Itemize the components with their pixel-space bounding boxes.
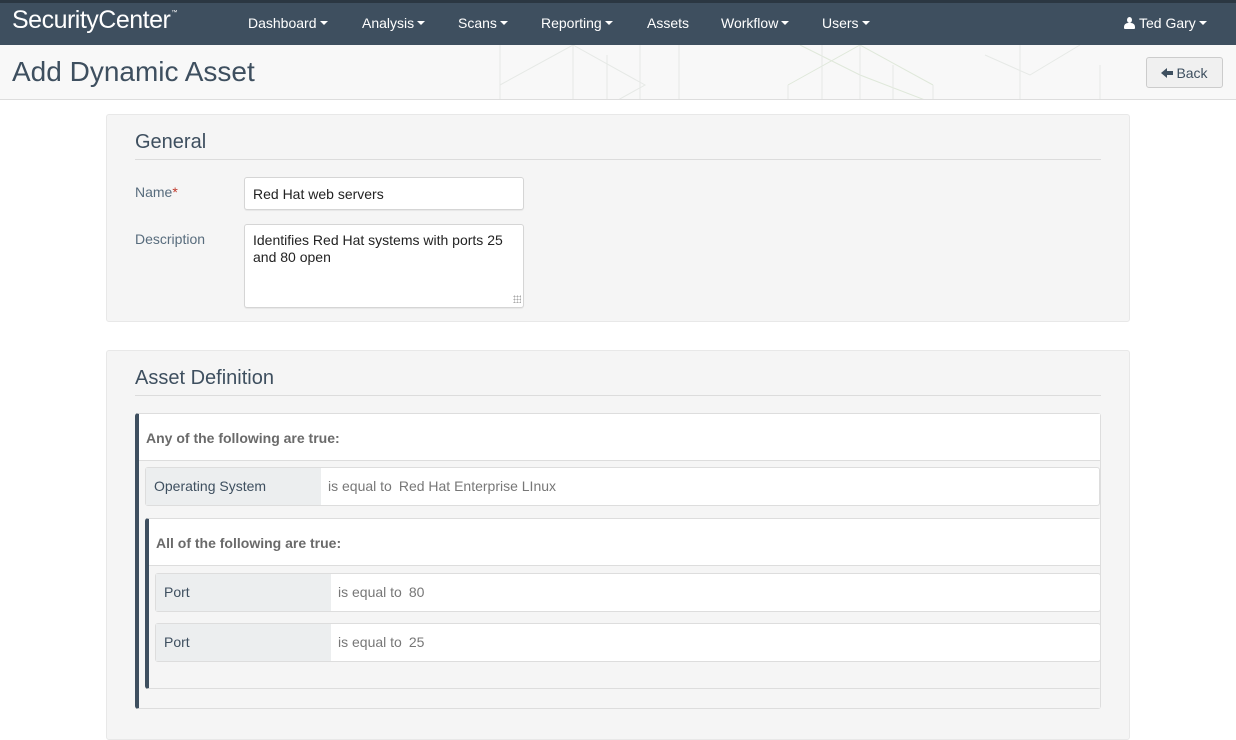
user-name: Ted Gary — [1139, 15, 1196, 31]
name-input[interactable] — [244, 177, 524, 210]
nav-scans-label: Scans — [458, 15, 497, 31]
rule-operator: is equal to — [338, 584, 402, 600]
name-label-text: Name — [135, 184, 173, 200]
nav-scans[interactable]: Scans — [458, 15, 508, 31]
rule-field: Operating System — [146, 468, 321, 505]
description-label: Description — [135, 231, 206, 247]
general-section-title: General — [135, 131, 1101, 160]
caret-down-icon — [604, 21, 613, 26]
rule-value: 25 — [408, 634, 425, 650]
filter-group-any-heading: Any of the following are true: — [146, 430, 340, 446]
filter-group-all-heading: All of the following are true: — [156, 535, 342, 551]
page-header: Add Dynamic Asset Back — [0, 45, 1236, 100]
filter-group-all-header: All of the following are true: — [149, 519, 1100, 566]
brand-name: SecurityCenter — [12, 6, 171, 34]
nav-analysis-label: Analysis — [362, 15, 415, 31]
filter-rule[interactable]: Port is equal to 25 — [155, 623, 1101, 662]
name-label: Name* — [135, 184, 178, 200]
back-button[interactable]: Back — [1146, 57, 1223, 88]
description-textarea[interactable]: Identifies Red Hat systems with ports 25… — [244, 224, 524, 308]
rule-field: Port — [156, 624, 331, 661]
rule-value: 80 — [408, 584, 425, 600]
nav-workflow[interactable]: Workflow — [721, 15, 790, 31]
back-button-label: Back — [1176, 64, 1208, 81]
nav-users-label: Users — [822, 15, 859, 31]
rule-operator: is equal to — [338, 634, 402, 650]
caret-down-icon — [319, 21, 328, 26]
filter-group-any-header: Any of the following are true: — [139, 414, 1100, 461]
nav-reporting-label: Reporting — [541, 15, 602, 31]
page-title: Add Dynamic Asset — [12, 56, 255, 87]
caret-down-icon — [861, 21, 870, 26]
nav-reporting[interactable]: Reporting — [541, 15, 613, 31]
rule-value: Red Hat Enterprise LInux — [398, 478, 557, 494]
filter-rule[interactable]: Operating System is equal to Red Hat Ent… — [145, 467, 1100, 506]
filter-group-any: Any of the following are true: Operating… — [135, 413, 1101, 709]
rule-field: Port — [156, 574, 331, 611]
caret-down-icon — [499, 21, 508, 26]
user-menu[interactable]: Ted Gary — [1124, 15, 1207, 31]
top-navbar: SecurityCenter™ Dashboard Analysis Scans… — [0, 0, 1236, 45]
filter-rule[interactable]: Port is equal to 80 — [155, 573, 1101, 612]
nav-assets-label: Assets — [647, 15, 690, 31]
filter-group-all-body: Port is equal to 80 Port is equal to 25 — [149, 566, 1101, 688]
rule-operator: is equal to — [328, 478, 392, 494]
brand-logo[interactable]: SecurityCenter™ — [12, 6, 177, 35]
general-panel: General Name* Description Identifies Red… — [106, 114, 1130, 322]
filter-group-any-body: Operating System is equal to Red Hat Ent… — [139, 461, 1101, 708]
nav-dashboard-label: Dashboard — [248, 15, 317, 31]
trademark-mark: ™ — [171, 10, 177, 16]
caret-down-icon — [1198, 21, 1207, 26]
resize-grip-icon[interactable] — [513, 295, 521, 303]
nav-workflow-label: Workflow — [721, 15, 779, 31]
asset-definition-title: Asset Definition — [135, 367, 1101, 396]
nav-analysis[interactable]: Analysis — [362, 15, 426, 31]
caret-down-icon — [417, 21, 426, 26]
asset-definition-panel: Asset Definition Any of the following ar… — [106, 350, 1130, 740]
filter-group-all: All of the following are true: Port is e… — [145, 518, 1101, 689]
required-mark: * — [172, 184, 178, 200]
nav-assets[interactable]: Assets — [647, 15, 689, 31]
nav-dashboard[interactable]: Dashboard — [248, 15, 328, 31]
caret-down-icon — [781, 21, 790, 26]
user-icon — [1124, 17, 1135, 29]
arrow-left-icon — [1161, 67, 1174, 79]
nav-users[interactable]: Users — [822, 15, 870, 31]
